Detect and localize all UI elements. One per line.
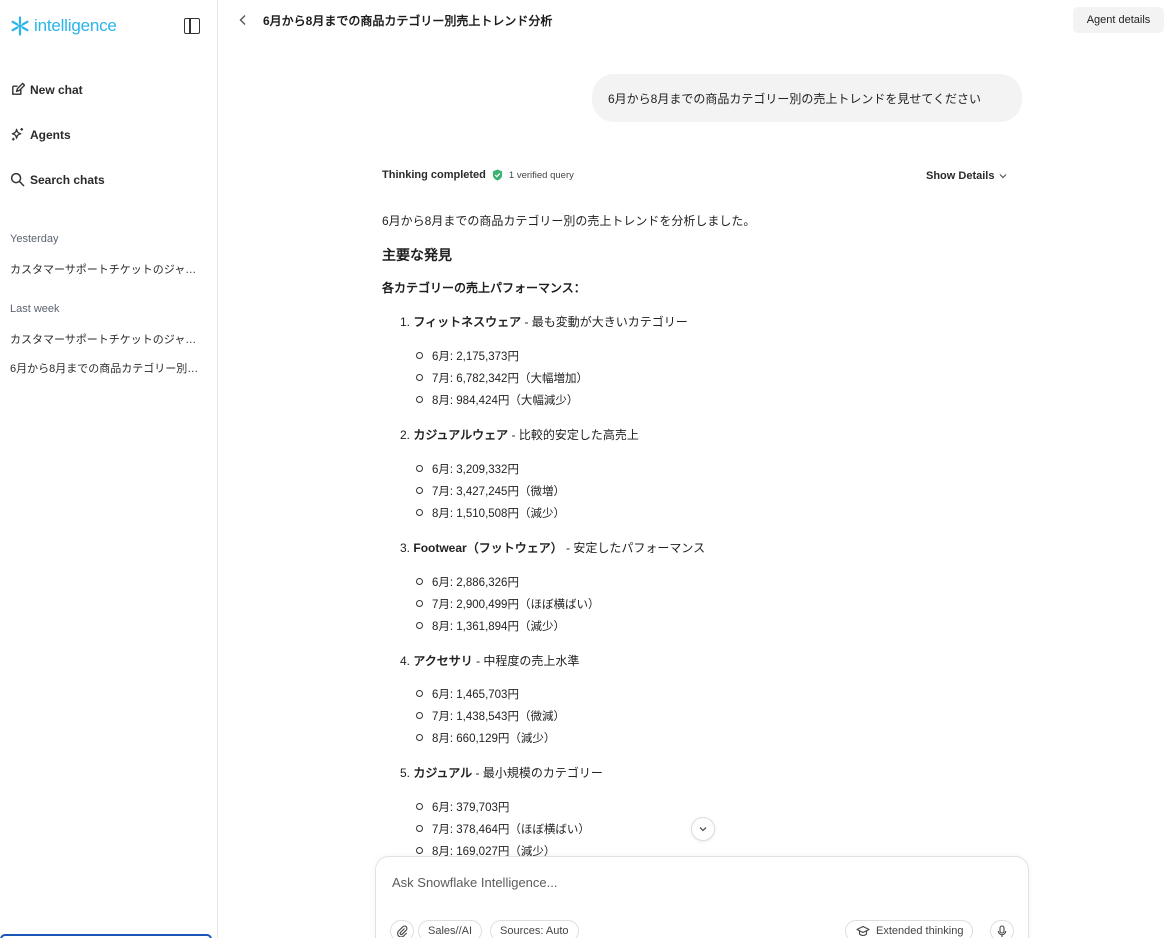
category-item: 1. フィットネスウェア - 最も変動が大きいカテゴリー xyxy=(400,315,688,329)
chevron-down-icon xyxy=(1000,174,1007,179)
list-item: 7月: 378,464円（ほぼ横ばい） xyxy=(416,821,590,837)
graduation-cap-icon xyxy=(856,925,870,937)
verified-shield-icon xyxy=(492,169,502,181)
chevron-left-icon xyxy=(239,15,246,25)
agent-details-button[interactable]: Agent details xyxy=(1073,7,1164,33)
search-chats-label: Search chats xyxy=(30,172,105,187)
list-item: 6月: 2,175,373円 xyxy=(416,348,519,364)
search-chats-button[interactable]: Search chats xyxy=(10,172,105,187)
edit-icon xyxy=(12,82,25,95)
sources-select-pill[interactable]: Sources: Auto xyxy=(490,920,579,938)
category-name: Footwear（フットウェア） xyxy=(413,541,563,555)
list-item: 8月: 660,129円（減少） xyxy=(415,730,555,746)
response-intro: 6月から8月までの商品カテゴリー別の売上トレンドを分析しました。 xyxy=(382,214,756,228)
agent-select-pill[interactable]: Sales//AI xyxy=(418,920,483,938)
list-item: 6月: 1,465,703円 xyxy=(416,686,519,702)
sidebar-toggle-icon[interactable] xyxy=(184,18,200,34)
category-name: カジュアル xyxy=(413,766,473,780)
search-icon xyxy=(10,172,25,187)
category-item: 5. カジュアル - 最小規模のカテゴリー xyxy=(400,766,603,780)
agents-button[interactable]: Agents xyxy=(10,127,71,142)
list-item: 7月: 6,782,342円（大幅増加） xyxy=(416,370,588,386)
extended-thinking-label: Extended thinking xyxy=(876,925,964,937)
scroll-to-bottom-button[interactable] xyxy=(691,817,715,841)
sparkle-icon xyxy=(11,127,24,141)
verified-query-count: 1 verified query xyxy=(508,169,574,181)
page-title: 6月から8月までの商品カテゴリー別売上トレンド分析 xyxy=(263,14,553,28)
list-item: 7月: 3,427,245円（微増） xyxy=(416,483,565,499)
response-subheading: 各カテゴリーの売上パフォーマンス： xyxy=(382,281,586,295)
category-item: 3. Footwear（フットウェア） - 安定したパフォーマンス xyxy=(400,541,706,555)
response-heading: 主要な発見 xyxy=(382,247,452,263)
new-chat-label: New chat xyxy=(30,82,83,97)
user-message: 6月から8月までの商品カテゴリー別の売上トレンドを見せてください xyxy=(592,74,1022,122)
section-yesterday: Yesterday xyxy=(10,233,59,245)
category-item: 4. アクセサリ - 中程度の売上水準 xyxy=(400,654,580,668)
voice-input-button[interactable] xyxy=(990,920,1014,938)
chat-composer: Sales//AI Sources: Auto Extended thinkin… xyxy=(375,856,1029,938)
sidebar: intelligence New chat Agents Search chat… xyxy=(0,0,218,938)
show-details-button[interactable]: Show Details xyxy=(926,170,1008,182)
list-item: 6月: 2,886,326円 xyxy=(416,574,519,590)
category-name: カジュアルウェア xyxy=(413,428,509,442)
back-button[interactable] xyxy=(236,12,250,28)
brand-logo[interactable]: intelligence xyxy=(10,16,117,36)
list-item: 6月: 3,209,332円 xyxy=(416,461,519,477)
user-message-text: 6月から8月までの商品カテゴリー別の売上トレンドを見せてください xyxy=(608,91,981,106)
snowflake-icon xyxy=(11,16,29,36)
section-last-week: Last week xyxy=(10,303,60,315)
extended-thinking-toggle[interactable]: Extended thinking xyxy=(845,920,974,938)
category-name: アクセサリ xyxy=(413,654,473,668)
paperclip-icon xyxy=(397,925,408,937)
brand-name: intelligence xyxy=(34,16,117,35)
list-item: 6月: 379,703円 xyxy=(415,799,509,815)
new-chat-button[interactable]: New chat xyxy=(10,82,83,97)
list-item: 7月: 1,438,543円（微減） xyxy=(416,708,565,724)
chat-history-item[interactable]: 6月から8月までの商品カテゴリー別売上トレンド分析 xyxy=(10,360,205,376)
list-item: 8月: 1,510,508円（減少） xyxy=(416,505,565,521)
category-item: 2. カジュアルウェア - 比較的安定した高売上 xyxy=(400,428,639,442)
attach-button[interactable] xyxy=(390,920,414,938)
user-menu-button[interactable] xyxy=(0,934,212,938)
list-item: 8月: 984,424円（大幅減少） xyxy=(415,392,578,408)
thinking-label: Thinking completed xyxy=(382,169,486,181)
chat-history-item[interactable]: カスタマーサポートチケットのジャンル別分析 xyxy=(10,261,205,277)
chat-history-item[interactable]: カスタマーサポートチケットのジャンル別分析 xyxy=(10,331,205,347)
chat-input[interactable] xyxy=(392,875,792,890)
show-details-label: Show Details xyxy=(926,170,995,182)
microphone-icon xyxy=(997,924,1007,937)
category-name: フィットネスウェア xyxy=(413,315,522,329)
list-item: 7月: 2,900,499円（ほぼ横ばい） xyxy=(415,596,599,612)
list-item: 8月: 1,361,894円（減少） xyxy=(416,618,565,634)
thinking-status: Thinking completed 1 verified query xyxy=(382,169,574,181)
chevron-down-icon xyxy=(699,827,707,832)
agents-label: Agents xyxy=(30,127,71,142)
